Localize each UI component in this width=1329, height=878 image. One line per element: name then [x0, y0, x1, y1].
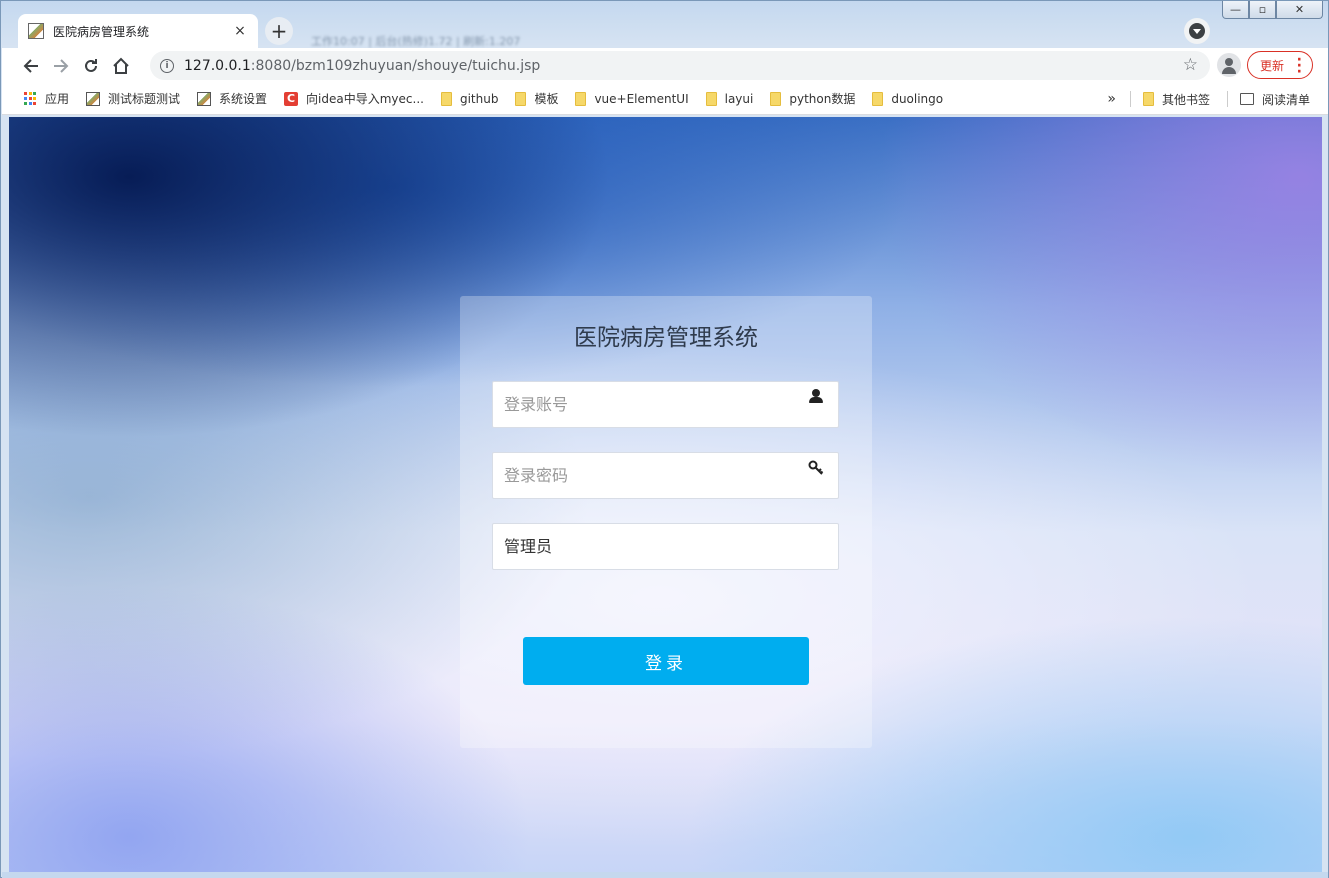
- folder-icon: [575, 91, 587, 106]
- maximize-button[interactable]: ▫: [1249, 1, 1276, 19]
- password-input[interactable]: [493, 453, 838, 498]
- bookmark-label: 应用: [45, 92, 70, 106]
- tab-search-button[interactable]: [1184, 18, 1210, 44]
- page-image-icon: [197, 91, 212, 106]
- bookmark-label: github: [459, 91, 499, 106]
- bookmark-folder[interactable]: layui: [705, 91, 754, 106]
- browser-toolbar: i 127.0.0.1:8080/bzm109zhuyuan/shouye/tu…: [2, 48, 1328, 83]
- url-host: 127.0.0.1: [184, 57, 251, 74]
- bookmark-folder[interactable]: duolingo: [872, 91, 944, 106]
- reading-list-icon: [1239, 93, 1254, 105]
- address-bar[interactable]: i 127.0.0.1:8080/bzm109zhuyuan/shouye/tu…: [150, 51, 1210, 80]
- bookmark-label: 系统设置: [219, 92, 268, 106]
- other-bookmarks-folder[interactable]: 其他书签: [1142, 91, 1210, 108]
- bookmark-item[interactable]: 测试标题测试: [86, 90, 180, 107]
- window-bottom-border: [2, 872, 1328, 878]
- username-input[interactable]: [493, 382, 838, 427]
- url-path: :8080/bzm109zhuyuan/shouye/tuichu.jsp: [250, 57, 541, 74]
- site-info-icon[interactable]: i: [160, 58, 174, 73]
- folder-icon: [1142, 92, 1154, 106]
- folder-icon: [770, 91, 782, 106]
- username-field[interactable]: [492, 381, 839, 428]
- login-button[interactable]: 登录: [523, 637, 809, 685]
- window-controls: — ▫ ✕: [1222, 1, 1323, 19]
- role-select[interactable]: 管理员: [492, 523, 839, 570]
- new-tab-button[interactable]: +: [265, 17, 293, 45]
- folder-icon: [705, 91, 717, 106]
- bookmarks-bar: 应用 测试标题测试 系统设置 C 向idea中导入myec... github …: [2, 83, 1328, 115]
- bookmark-apps[interactable]: 应用: [24, 90, 69, 107]
- role-select-value: 管理员: [504, 537, 553, 556]
- divider: [1129, 91, 1131, 107]
- folder-icon: [515, 91, 527, 106]
- arrow-right-icon: [54, 58, 69, 73]
- favicon-icon: [28, 23, 44, 39]
- blurred-tab-text: 工作10:07 | 后台(热修)1.72 | 刷新:1.207: [311, 35, 521, 48]
- bookmark-label: python数据: [789, 92, 856, 106]
- bookmark-label: 向idea中导入myec...: [306, 92, 424, 106]
- forward-button[interactable]: [46, 51, 76, 81]
- bookmark-star-icon[interactable]: ☆: [1183, 55, 1198, 75]
- divider: [1226, 91, 1228, 107]
- key-icon: [808, 460, 824, 475]
- url-text[interactable]: 127.0.0.1:8080/bzm109zhuyuan/shouye/tuic…: [184, 58, 540, 74]
- folder-icon: [872, 91, 884, 106]
- bookmark-item[interactable]: C 向idea中导入myec...: [284, 90, 424, 107]
- home-icon: [113, 57, 129, 74]
- password-field[interactable]: [492, 452, 839, 499]
- bookmark-folder[interactable]: 模板: [515, 90, 558, 107]
- csdn-icon: C: [284, 91, 299, 106]
- profile-avatar[interactable]: [1217, 53, 1241, 77]
- bookmark-label: layui: [724, 91, 754, 106]
- person-icon-body: [1222, 67, 1236, 74]
- close-window-button[interactable]: ✕: [1276, 1, 1323, 19]
- browser-window: — ▫ ✕ 医院病房管理系统 × + 工作10:07 | 后台(热修)1.72 …: [0, 0, 1329, 878]
- kebab-menu-icon: · · ·: [1296, 52, 1302, 80]
- user-icon: [808, 389, 824, 405]
- browser-tab[interactable]: 医院病房管理系统 ×: [18, 14, 258, 48]
- minimize-button[interactable]: —: [1222, 1, 1249, 19]
- arrow-left-icon: [23, 58, 38, 73]
- home-button[interactable]: [106, 51, 136, 81]
- tab-close-icon[interactable]: ×: [232, 23, 248, 39]
- login-card: 医院病房管理系统 管理员 登录: [460, 296, 872, 748]
- update-label: 更新: [1260, 58, 1285, 73]
- reading-list-button[interactable]: 阅读清单: [1239, 91, 1310, 108]
- bookmark-folder[interactable]: github: [440, 91, 499, 106]
- reading-list-label: 阅读清单: [1261, 92, 1310, 107]
- reload-button[interactable]: [76, 51, 106, 81]
- page-image-icon: [86, 91, 101, 106]
- bookmark-folder[interactable]: vue+ElementUI: [575, 91, 689, 106]
- person-icon: [1225, 58, 1233, 66]
- update-button[interactable]: 更新 · · ·: [1247, 51, 1313, 79]
- reload-icon: [85, 58, 97, 72]
- back-button[interactable]: [16, 51, 46, 81]
- bookmark-folder[interactable]: python数据: [770, 90, 855, 107]
- bookmark-item[interactable]: 系统设置: [197, 90, 267, 107]
- other-bookmarks-label: 其他书签: [1161, 92, 1210, 107]
- bookmarks-bar-right: » 其他书签 阅读清单: [1107, 83, 1310, 115]
- bookmark-label: vue+ElementUI: [594, 91, 689, 106]
- apps-grid-icon: [24, 92, 37, 105]
- bookmark-label: 模板: [534, 92, 559, 106]
- login-title: 医院病房管理系统: [574, 325, 758, 351]
- tab-title: 医院病房管理系统: [53, 24, 150, 39]
- bookmarks-overflow-button[interactable]: »: [1107, 91, 1116, 107]
- bookmark-label: 测试标题测试: [108, 92, 181, 106]
- folder-icon: [440, 91, 452, 106]
- bookmark-label: duolingo: [891, 91, 944, 106]
- page-content: 医院病房管理系统 管理员 登录: [9, 117, 1322, 872]
- chevron-down-icon: [1189, 23, 1205, 39]
